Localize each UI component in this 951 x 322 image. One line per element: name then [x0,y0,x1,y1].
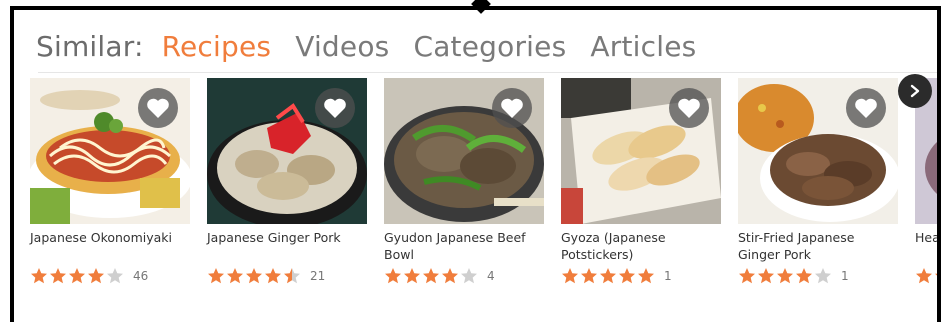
star-icon [31,268,47,284]
rating-stars [384,267,479,284]
recipe-rating: 4 [384,267,546,284]
star-icon [562,268,578,284]
review-count: 21 [310,268,326,283]
star-icon [284,268,300,284]
heart-icon [678,98,700,118]
star-icon [758,268,774,284]
similar-panel: Similar: Recipes Videos Categories Artic… [10,6,941,322]
favorite-button[interactable] [492,88,532,128]
star-icon [265,268,281,284]
star-icon [777,268,793,284]
recipe-thumbnail[interactable] [561,78,721,224]
rating-stars [207,267,302,284]
star-icon [423,268,439,284]
star-icon [815,268,831,284]
recipe-thumbnail[interactable] [30,78,190,224]
recipe-card[interactable]: Heal Pane [915,78,937,284]
recipe-thumbnail[interactable] [384,78,544,224]
tab-videos[interactable]: Videos [295,30,389,63]
recipe-thumbnail[interactable] [207,78,367,224]
recipe-title[interactable]: Stir-Fried Japanese Ginger Pork [738,229,900,263]
star-icon [88,268,104,284]
star-icon [69,268,85,284]
tabs-divider [38,72,937,73]
rating-stars [30,267,125,284]
favorite-button[interactable] [315,88,355,128]
review-count: 4 [487,268,495,283]
recipe-rating: 21 [207,267,369,284]
star-icon [246,268,262,284]
similar-tabs: Similar: Recipes Videos Categories Artic… [36,22,696,70]
recipe-card[interactable]: Japanese Okonomiyaki 46 [30,78,192,284]
carousel-next-button[interactable] [898,74,932,108]
review-count: 1 [664,268,672,283]
chevron-right-icon [910,84,920,98]
recipe-rating: 1 [561,267,723,284]
star-icon [581,268,597,284]
star-icon [404,268,420,284]
star-icon [50,268,66,284]
recipe-rating [915,267,937,284]
star-icon [796,268,812,284]
recipe-rating: 46 [30,267,192,284]
tab-articles[interactable]: Articles [590,30,696,63]
star-icon [107,268,123,284]
recipe-card[interactable]: Japanese Ginger Pork 21 [207,78,369,284]
star-icon [935,273,937,276]
tab-categories[interactable]: Categories [413,30,566,63]
star-icon [916,268,932,284]
recipe-title[interactable]: Japanese Ginger Pork [207,229,369,263]
recipe-title[interactable]: Heal Pane [915,229,937,263]
recipe-card[interactable]: Gyudon Japanese Beef Bowl 4 [384,78,546,284]
rating-stars [738,267,833,284]
recipe-title[interactable]: Gyoza (Japanese Potstickers) [561,229,723,263]
star-icon [442,268,458,284]
recipe-card[interactable]: Gyoza (Japanese Potstickers) 1 [561,78,723,284]
heart-icon [501,98,523,118]
star-icon [227,268,243,284]
review-count: 1 [841,268,849,283]
heart-icon [324,98,346,118]
favorite-button[interactable] [138,88,178,128]
favorite-button[interactable] [846,88,886,128]
star-icon [208,268,224,284]
recipe-thumbnail[interactable] [738,78,898,224]
star-icon [385,268,401,284]
recipe-rating: 1 [738,267,900,284]
heart-icon [147,98,169,118]
star-icon [600,268,616,284]
star-icon [739,268,755,284]
favorite-button[interactable] [669,88,709,128]
rating-stars [915,267,937,284]
tab-recipes[interactable]: Recipes [162,30,272,63]
recipe-title[interactable]: Japanese Okonomiyaki [30,229,192,263]
recipe-title[interactable]: Gyudon Japanese Beef Bowl [384,229,546,263]
star-icon [619,268,635,284]
star-icon [461,268,477,284]
recipe-carousel: Japanese Okonomiyaki 46 Japanese Ginger … [30,78,937,308]
heart-icon [855,98,877,118]
review-count: 46 [133,268,149,283]
recipe-card[interactable]: Stir-Fried Japanese Ginger Pork 1 [738,78,900,284]
rating-stars [561,267,656,284]
similar-label: Similar: [36,29,144,63]
star-icon [638,268,654,284]
